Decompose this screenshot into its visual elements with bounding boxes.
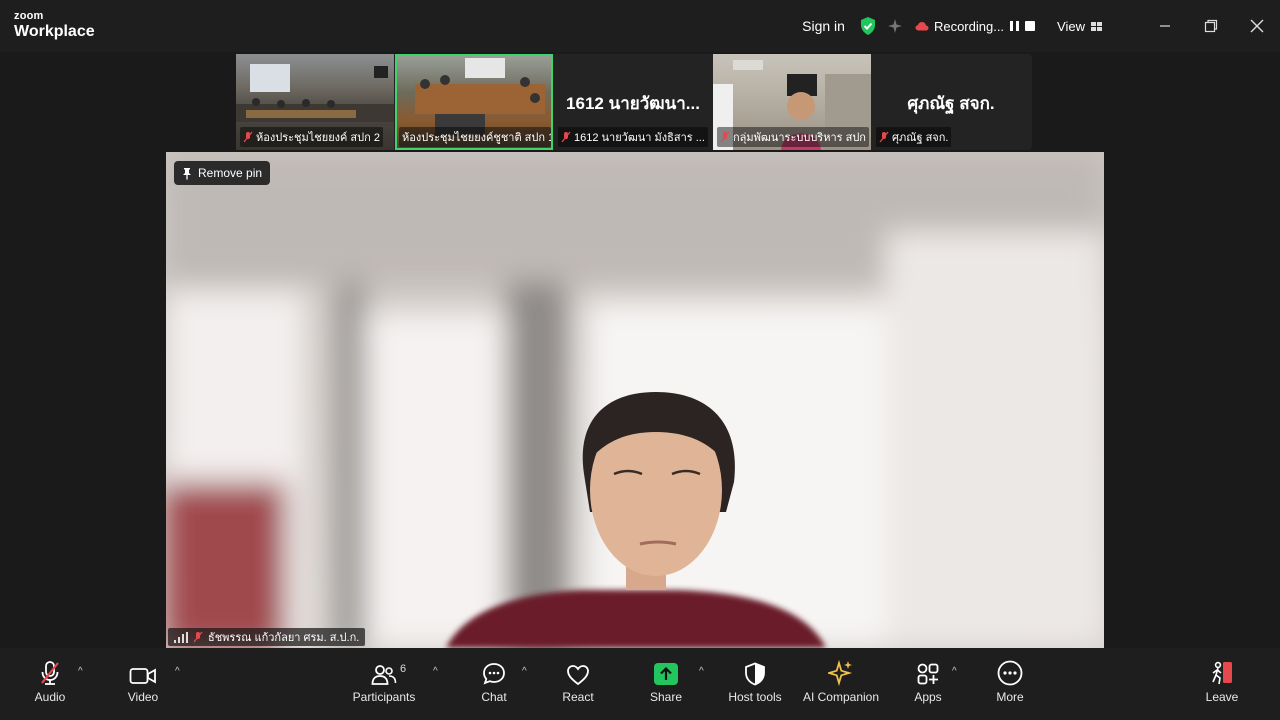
title-bar: zoom Workplace Sign in Recording... View	[0, 0, 1280, 52]
share-screen-icon	[654, 663, 678, 685]
share-options-caret-icon[interactable]: ^	[699, 666, 704, 677]
close-window-button[interactable]	[1234, 0, 1280, 52]
apps-options-caret-icon[interactable]: ^	[952, 666, 957, 677]
heart-icon	[567, 665, 589, 686]
more-ellipsis-icon	[997, 660, 1023, 686]
participants-icon	[371, 665, 397, 685]
shield-icon	[745, 662, 765, 686]
video-camera-icon	[129, 668, 156, 684]
encryption-shield-icon[interactable]	[859, 16, 877, 36]
participants-label: Participants	[352, 690, 416, 704]
close-icon	[1250, 19, 1264, 33]
participant-name-tag: กลุ่มพัฒนาระบบบริหาร สปก	[717, 127, 869, 147]
participants-button[interactable]: Participants	[350, 648, 418, 720]
participant-name-tag: 1612 นายวัฒนา มังธิสาร ...	[558, 127, 708, 147]
speaker-video	[166, 152, 1104, 648]
ai-companion-label: AI Companion	[802, 690, 880, 704]
apps-label: Apps	[914, 690, 942, 704]
remove-pin-button[interactable]: Remove pin	[174, 161, 271, 185]
recording-indicator[interactable]: Recording...	[915, 19, 1057, 34]
view-label: View	[1057, 18, 1085, 34]
participant-display-name: ศุภณัฐ สจก.	[907, 94, 995, 113]
participant-strip: ห้องประชุมไชยยงค์ สปก 2 ห้องประชุมไชยยงค…	[236, 54, 1032, 150]
audio-label: Audio	[34, 690, 66, 704]
chat-label: Chat	[481, 690, 507, 704]
muted-mic-icon	[193, 631, 203, 643]
minimize-button[interactable]	[1142, 0, 1188, 52]
video-button[interactable]: Video	[122, 648, 164, 720]
audio-button[interactable]: Audio	[30, 648, 70, 720]
host-tools-label: Host tools	[728, 690, 782, 704]
leave-button[interactable]: Leave	[1202, 648, 1242, 720]
signal-strength-icon	[174, 631, 188, 643]
muted-mic-icon	[243, 131, 253, 143]
apps-icon	[917, 663, 939, 685]
audio-options-caret-icon[interactable]: ^	[78, 666, 83, 677]
react-button[interactable]: React	[558, 648, 598, 720]
participant-name-tag: ห้องประชุมไชยยงค์ชูชาติ สปก 1	[399, 127, 551, 147]
muted-microphone-icon	[41, 661, 59, 685]
minimize-icon	[1160, 25, 1170, 27]
chat-options-caret-icon[interactable]: ^	[522, 666, 527, 677]
muted-mic-icon	[879, 131, 889, 143]
app-logo: zoom Workplace	[14, 11, 95, 40]
brand-large: Workplace	[14, 23, 95, 40]
share-label: Share	[649, 690, 683, 704]
chat-button[interactable]: Chat	[474, 648, 514, 720]
participant-display-name: 1612 นายวัฒนา...	[566, 94, 700, 113]
share-button[interactable]: Share	[646, 648, 686, 720]
participant-tile[interactable]: กลุ่มพัฒนาระบบบริหาร สปก	[713, 54, 871, 150]
muted-mic-icon	[720, 131, 730, 143]
more-label: More	[996, 690, 1024, 704]
participant-name-tag: ห้องประชุมไชยยงค์ สปก 2	[240, 127, 383, 147]
brand-small: zoom	[14, 10, 44, 22]
chat-bubble-icon	[483, 663, 505, 685]
video-options-caret-icon[interactable]: ^	[175, 666, 180, 677]
participants-options-caret-icon[interactable]: ^	[433, 666, 438, 677]
meeting-toolbar: Audio ^ Video ^ Participants 6 ^ Chat ^ …	[0, 648, 1280, 720]
participant-tile[interactable]: ศุภณัฐ สจก. ศุภณัฐ สจก.	[872, 54, 1030, 150]
sign-in-link[interactable]: Sign in	[802, 18, 845, 34]
restore-icon	[1204, 19, 1218, 33]
cloud-recording-icon	[915, 22, 929, 31]
participants-count-badge: 6	[400, 663, 407, 675]
pause-recording-icon[interactable]	[1010, 21, 1020, 31]
react-label: React	[562, 690, 594, 704]
pinned-video-stage[interactable]	[166, 152, 1104, 648]
leave-door-icon	[1212, 661, 1232, 685]
participant-tile-active-speaker[interactable]: ห้องประชุมไชยยงค์ชูชาติ สปก 1	[395, 54, 553, 150]
restore-button[interactable]	[1188, 0, 1234, 52]
ai-sparkle-icon[interactable]	[887, 18, 903, 34]
leave-label: Leave	[1205, 690, 1239, 704]
participant-tile[interactable]: 1612 นายวัฒนา... 1612 นายวัฒนา มังธิสาร …	[554, 54, 712, 150]
more-button[interactable]: More	[990, 648, 1030, 720]
stop-recording-icon[interactable]	[1025, 21, 1036, 31]
muted-mic-icon	[561, 131, 571, 143]
view-grid-icon	[1091, 21, 1102, 31]
participant-name-tag: ศุภณัฐ สจก.	[876, 127, 952, 147]
recording-label: Recording...	[933, 18, 1005, 34]
pin-icon	[183, 167, 191, 179]
video-label: Video	[127, 690, 159, 704]
ai-sparkle-icon	[828, 660, 853, 686]
participant-tile[interactable]: ห้องประชุมไชยยงค์ สปก 2	[236, 54, 394, 150]
apps-button[interactable]: Apps	[908, 648, 948, 720]
view-button[interactable]: View	[1057, 19, 1102, 34]
ai-companion-button[interactable]: AI Companion	[800, 648, 882, 720]
speaker-name-tag: ธัชพรรณ แก้วกัลยา ศรม. ส.ป.ก.	[168, 628, 366, 646]
host-tools-button[interactable]: Host tools	[724, 648, 786, 720]
remove-pin-label: Remove pin	[198, 166, 263, 180]
